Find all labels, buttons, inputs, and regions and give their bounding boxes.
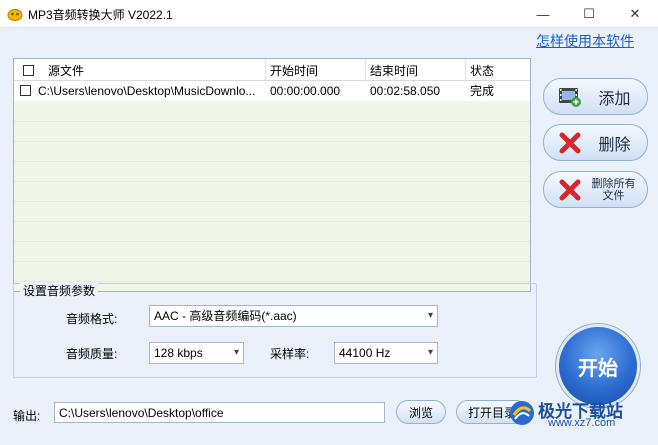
row-source: C:\Users\lenovo\Desktop\MusicDownlo... — [38, 84, 256, 98]
file-list[interactable]: 源文件 开始时间 结束时间 状态 C:\Users\lenovo\Desktop… — [13, 58, 531, 292]
delete-button[interactable]: 删除 — [543, 124, 648, 161]
column-header-status[interactable]: 状态 — [466, 59, 530, 81]
app-logo-icon — [7, 9, 23, 21]
grid-line — [14, 181, 530, 182]
row-end-time: 00:02:58.050 — [370, 84, 441, 98]
maximize-button[interactable]: ☐ — [566, 0, 612, 28]
column-header-source[interactable]: 源文件 — [14, 59, 266, 81]
delete-all-button-label: 删除所有文件 — [591, 177, 636, 202]
grid-line — [14, 261, 530, 262]
row-checkbox[interactable] — [20, 85, 31, 96]
chevron-down-icon: ▾ — [427, 347, 433, 358]
grid-line — [14, 161, 530, 162]
red-x-icon — [559, 132, 581, 154]
red-x-icon — [559, 179, 581, 201]
watermark: 极光下载站 www.xz7.com — [500, 395, 658, 435]
grid-line — [14, 201, 530, 202]
quality-select[interactable]: 128 kbps ▾ — [149, 342, 244, 364]
output-path-input[interactable] — [54, 402, 385, 423]
chevron-down-icon: ▾ — [233, 347, 239, 358]
aurora-logo-icon — [510, 401, 534, 425]
samplerate-label: 采样率: — [270, 347, 310, 361]
select-all-checkbox[interactable] — [23, 65, 34, 76]
grid-line — [14, 221, 530, 222]
title-bar: MP3音频转换大师 V2022.1 — ☐ ✕ — [0, 0, 658, 28]
watermark-url: www.xz7.com — [548, 417, 616, 429]
delete-all-button[interactable]: 删除所有文件 — [543, 171, 648, 208]
audio-params-legend: 设置音频参数 — [20, 282, 99, 299]
delete-button-label: 删除 — [598, 136, 631, 154]
grid-line — [14, 141, 530, 142]
grid-line — [14, 241, 530, 242]
output-label: 输出: — [13, 409, 41, 423]
chevron-down-icon: ▾ — [427, 310, 433, 321]
format-select-value: AAC - 高级音频编码(*.aac) — [154, 309, 297, 323]
film-add-icon — [559, 88, 581, 107]
client-area: 源文件 开始时间 结束时间 状态 C:\Users\lenovo\Desktop… — [0, 28, 658, 445]
list-header: 源文件 开始时间 结束时间 状态 — [14, 59, 530, 81]
help-link[interactable]: 怎样使用本软件 — [536, 31, 634, 51]
format-select[interactable]: AAC - 高级音频编码(*.aac) ▾ — [149, 305, 438, 327]
add-button[interactable]: 添加 — [543, 78, 648, 115]
row-status: 完成 — [470, 84, 495, 98]
column-header-end[interactable]: 结束时间 — [366, 59, 466, 81]
close-button[interactable]: ✕ — [612, 0, 658, 28]
grid-line — [14, 121, 530, 122]
browse-button[interactable]: 浏览 — [396, 400, 446, 424]
row-start-time: 00:00:00.000 — [270, 84, 341, 98]
add-button-label: 添加 — [598, 90, 631, 108]
format-label: 音频格式: — [66, 312, 118, 326]
samplerate-select-value: 44100 Hz — [339, 346, 391, 360]
minimize-button[interactable]: — — [520, 0, 566, 28]
quality-select-value: 128 kbps — [154, 346, 203, 360]
quality-label: 音频质量: — [66, 347, 118, 361]
column-label-source: 源文件 — [48, 64, 85, 78]
column-header-start[interactable]: 开始时间 — [266, 59, 366, 81]
window-title: MP3音频转换大师 V2022.1 — [28, 8, 173, 22]
samplerate-select[interactable]: 44100 Hz ▾ — [334, 342, 438, 364]
table-row[interactable]: C:\Users\lenovo\Desktop\MusicDownlo... 0… — [14, 81, 530, 101]
